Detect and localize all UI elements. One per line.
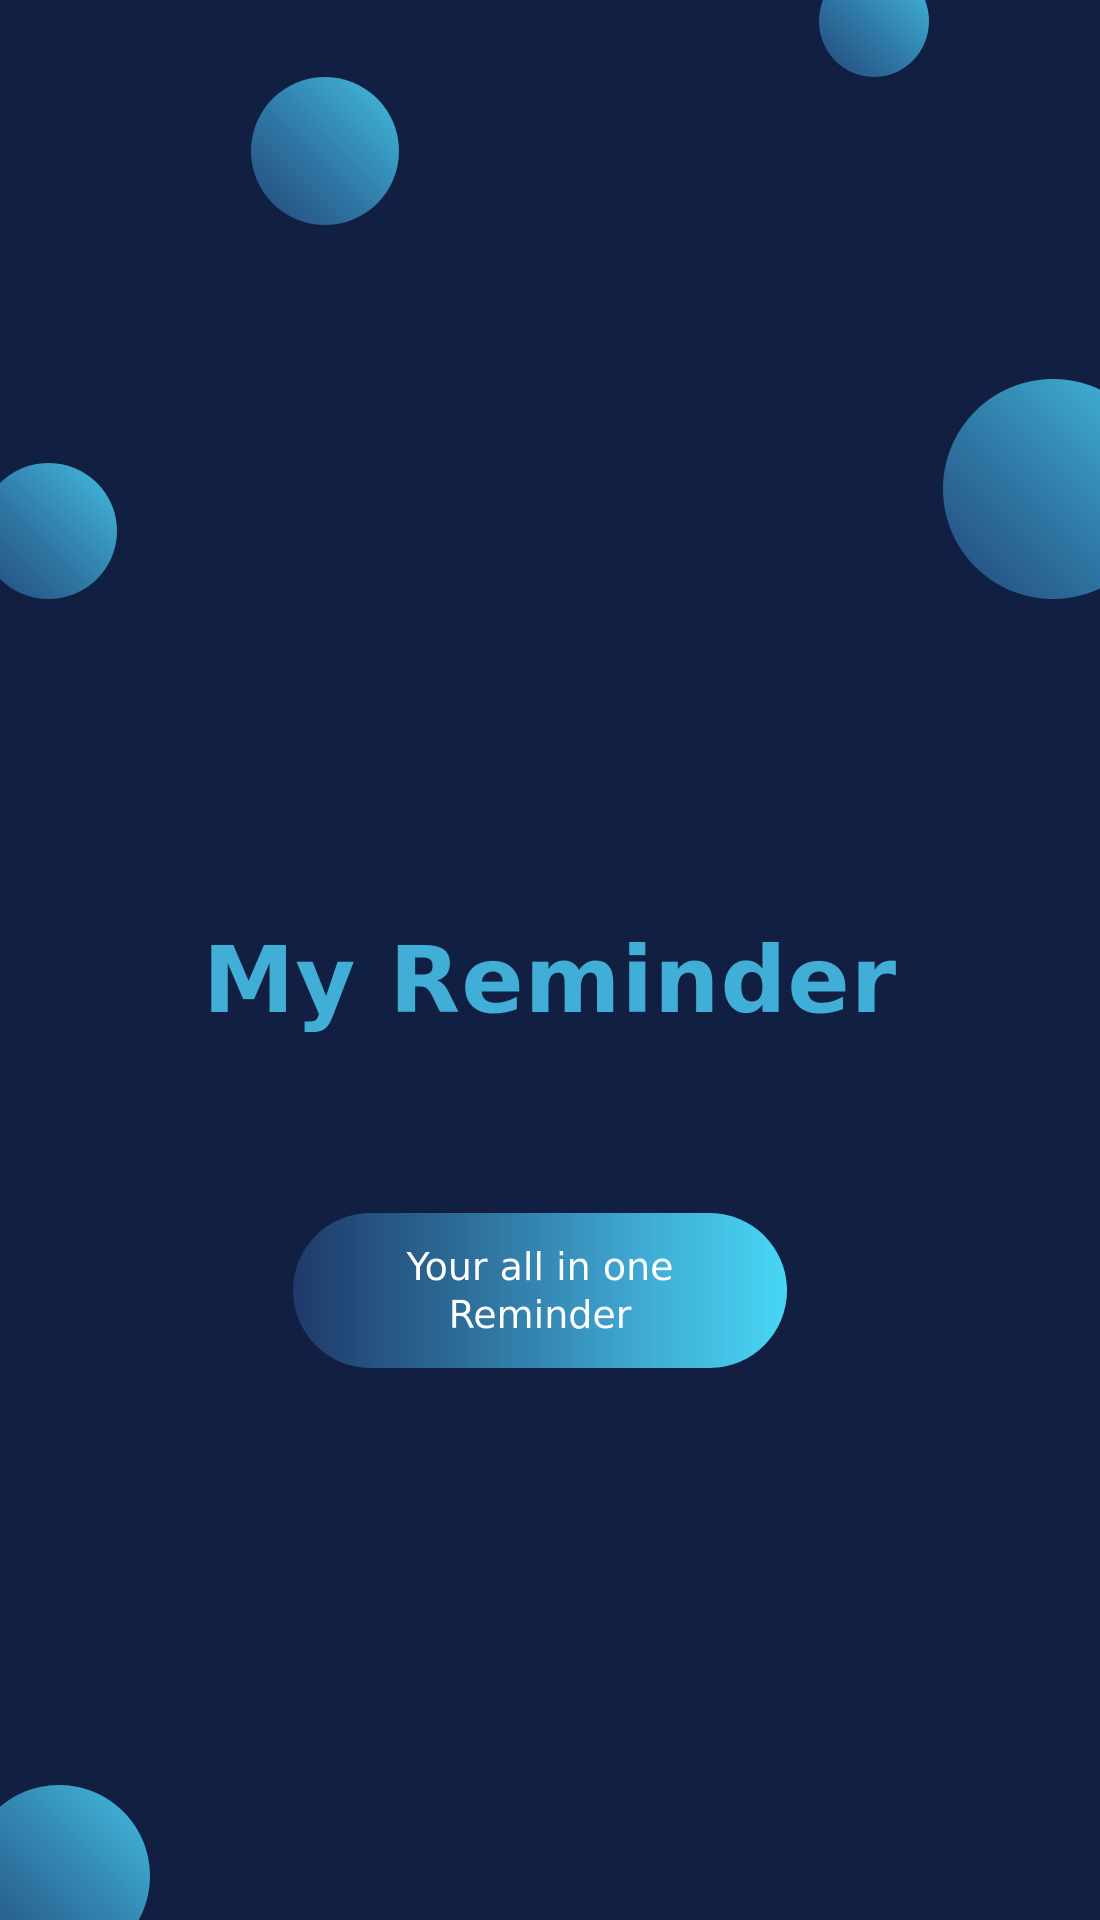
app-title: My Reminder <box>202 927 898 1034</box>
decorative-bubble <box>943 379 1100 599</box>
decorative-bubble <box>0 1785 150 1920</box>
tagline-pill: Your all in one Reminder <box>293 1213 787 1368</box>
splash-screen: My Reminder Your all in one Reminder <box>0 0 1100 1920</box>
decorative-bubble <box>0 463 117 599</box>
decorative-bubble <box>819 0 929 77</box>
decorative-bubble <box>251 77 399 225</box>
tagline-text: Your all in one Reminder <box>406 1244 674 1337</box>
